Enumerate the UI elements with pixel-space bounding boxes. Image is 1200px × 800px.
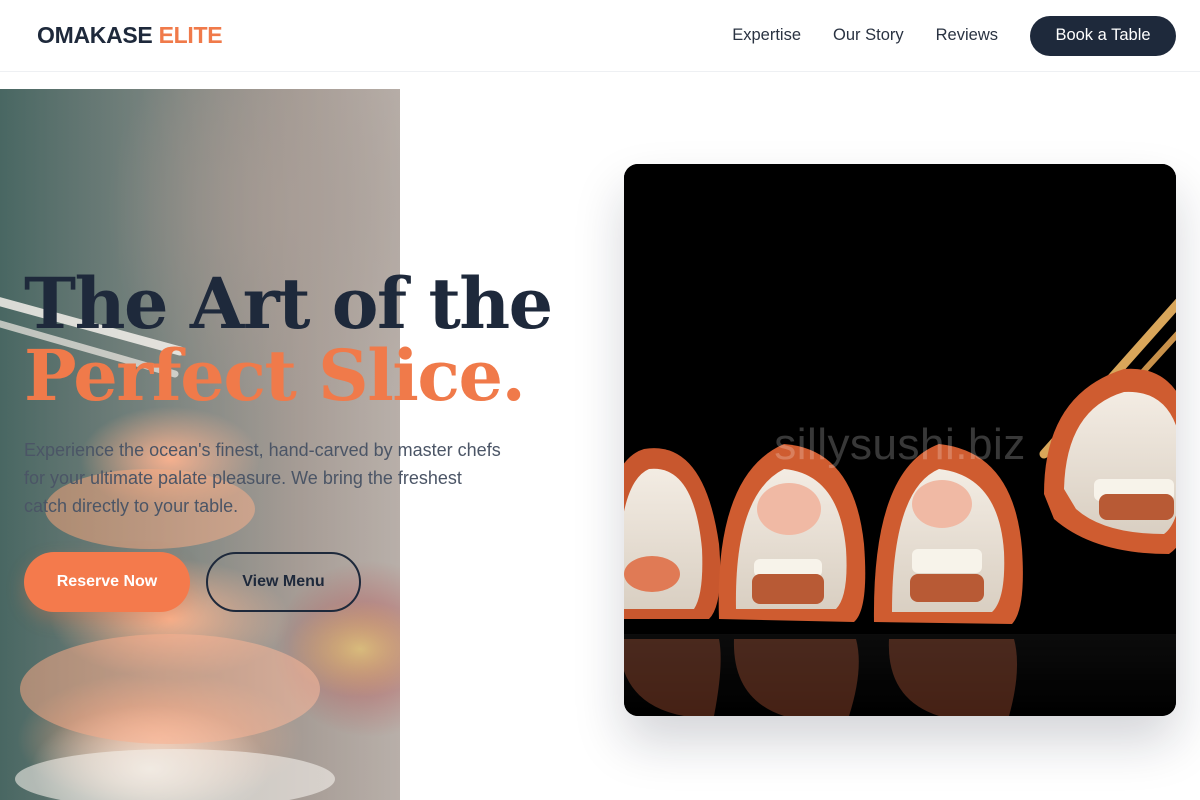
hero-title-line2: Perfect Slice.: [24, 334, 526, 417]
nav-link-reviews[interactable]: Reviews: [936, 26, 998, 45]
main-nav: Expertise Our Story Reviews Book a Table: [732, 15, 1176, 56]
hero-title: The Art of the Perfect Slice.: [24, 262, 553, 417]
reserve-now-button[interactable]: Reserve Now: [24, 552, 190, 612]
sushi-roll-image: sillysushi.biz: [624, 164, 1176, 716]
image-watermark: sillysushi.biz: [774, 420, 1026, 469]
nav-link-expertise[interactable]: Expertise: [732, 26, 801, 45]
logo-accent-text: ELITE: [158, 22, 223, 48]
brand-logo[interactable]: OMAKASE ELITE: [37, 22, 223, 49]
hero-subtitle: Experience the ocean's finest, hand-carv…: [24, 440, 501, 516]
nav-link-our-story[interactable]: Our Story: [833, 26, 904, 45]
view-menu-button[interactable]: View Menu: [206, 552, 361, 612]
hero-title-line1: The Art of the: [24, 262, 553, 345]
site-header: OMAKASE ELITE Expertise Our Story Review…: [0, 0, 1200, 72]
book-table-button[interactable]: Book a Table: [1030, 15, 1176, 56]
logo-main-text: OMAKASE: [37, 22, 153, 48]
